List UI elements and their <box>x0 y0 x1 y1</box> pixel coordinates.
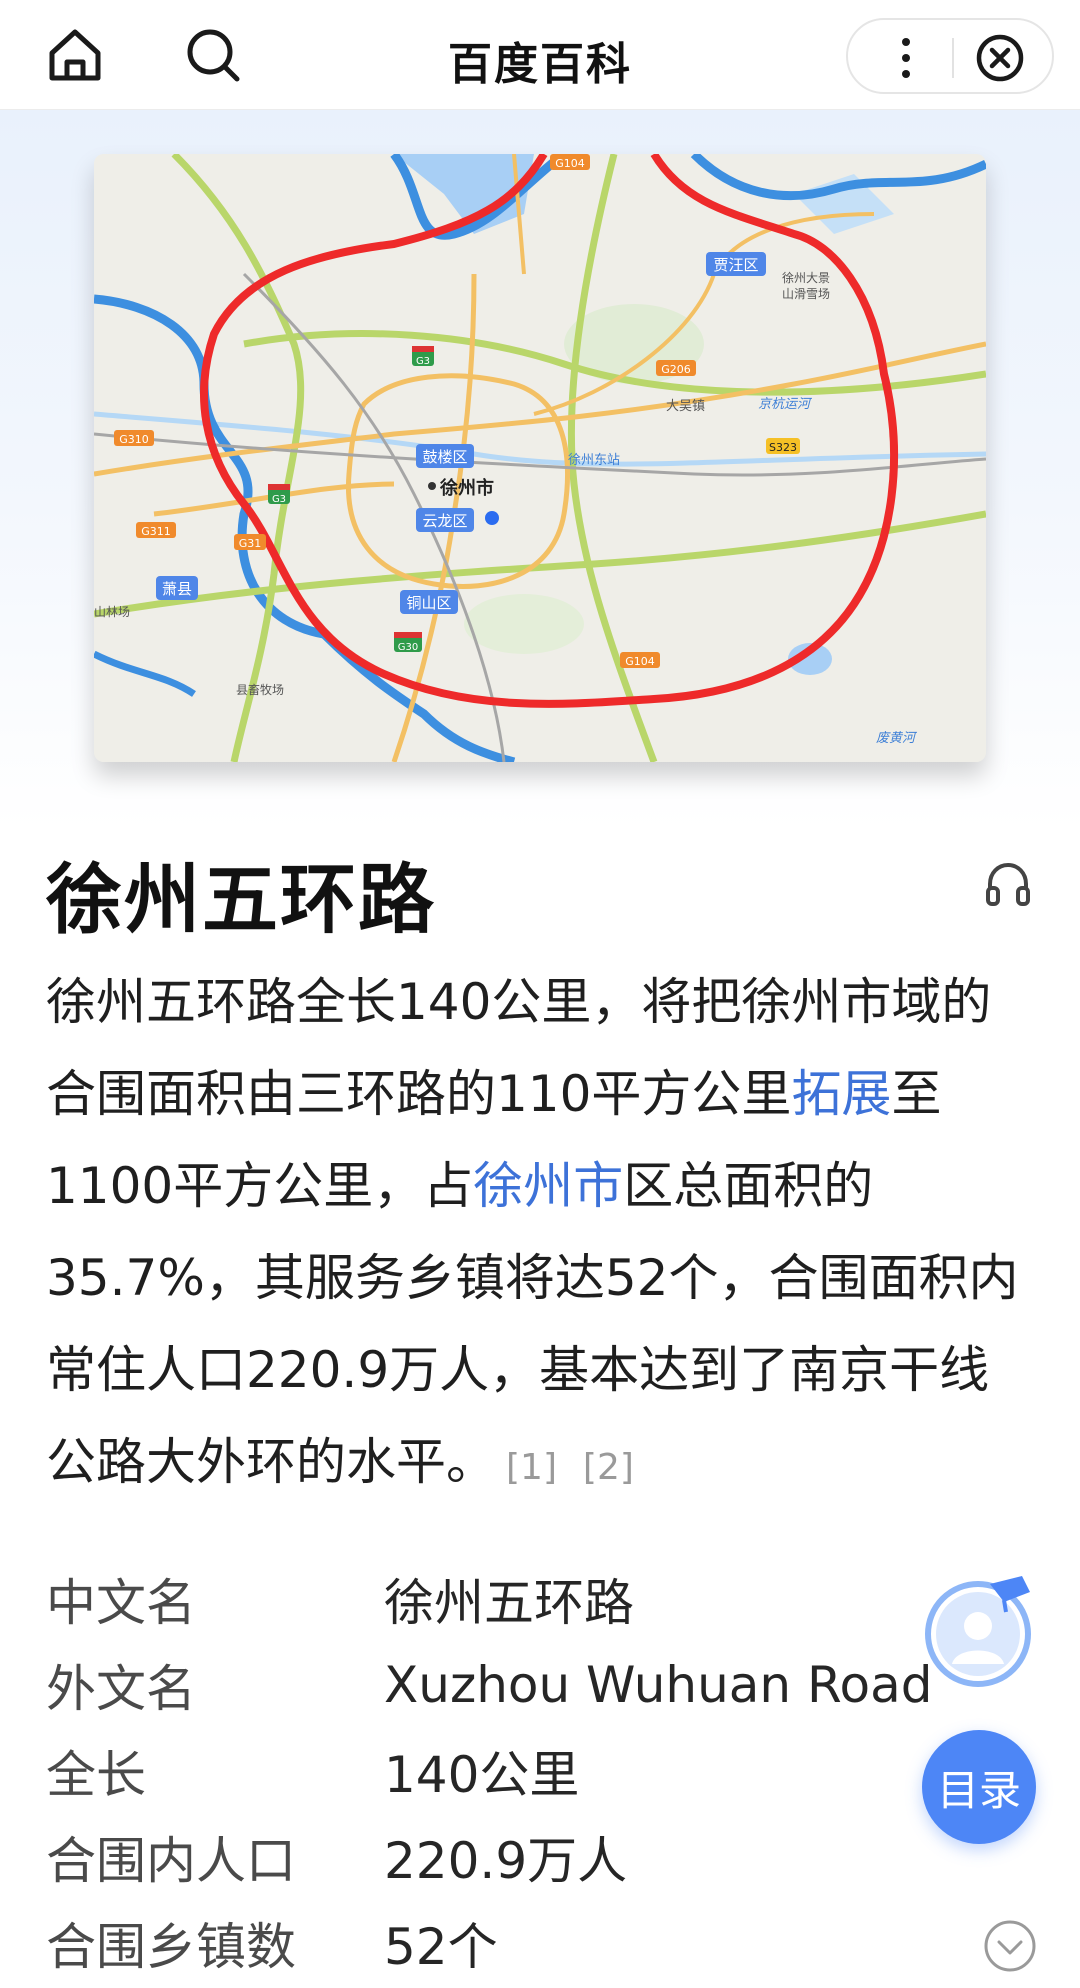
reference-2[interactable]: [2] <box>583 1447 634 1488</box>
link-xuzhou-city[interactable]: 徐州市 <box>473 1157 623 1215</box>
close-circle-icon[interactable] <box>970 28 1030 88</box>
info-value: 徐州五环路 <box>384 1574 634 1632</box>
map-shield-g311: G311 <box>136 522 176 538</box>
info-row: 外文名 Xuzhou Wuhuan Road <box>46 1642 946 1728</box>
info-key: 合围内人口 <box>46 1832 296 1890</box>
map-shield-g104-top: G104 <box>550 154 590 170</box>
assistant-avatar-icon[interactable] <box>920 1572 1036 1688</box>
svg-text:G30: G30 <box>398 642 418 653</box>
mini-program-capsule <box>846 18 1054 94</box>
svg-text:G310: G310 <box>119 433 149 446</box>
capsule-divider <box>952 38 954 78</box>
info-row: 中文名 徐州五环路 <box>46 1556 946 1642</box>
map-district-tongshan: 铜山区 <box>400 590 458 614</box>
chevron-down-circle-icon[interactable] <box>982 1918 1038 1974</box>
svg-text:S323: S323 <box>769 441 797 454</box>
info-key: 中文名 <box>46 1574 196 1632</box>
svg-text:G104: G104 <box>625 655 655 668</box>
map-shield-g30: G30 <box>394 632 422 653</box>
map-shield-g3-left: G3 <box>268 484 290 505</box>
svg-text:G311: G311 <box>141 525 171 538</box>
reference-1[interactable]: [1] <box>506 1447 557 1488</box>
basic-info-table: 中文名 徐州五环路 外文名 Xuzhou Wuhuan Road 全长 140公… <box>46 1556 946 1986</box>
info-value: Xuzhou Wuhuan Road <box>384 1656 933 1714</box>
entry-summary: 徐州五环路全长140公里，将把徐州市域的合围面积由三环路的110平方公里拓展至1… <box>46 956 1036 1514</box>
map-image[interactable]: 贾汪区 鼓楼区 云龙区 铜山区 萧县 徐州市 徐州东站 大吴镇 京杭运河 徐州大… <box>94 154 986 762</box>
map-label-shanhua: 山滑雪场 <box>782 287 830 301</box>
map-label-muchang: 县畜牧场 <box>236 682 284 697</box>
svg-text:G104: G104 <box>555 157 585 170</box>
map-label-xuzhou-east: 徐州东站 <box>568 453 620 468</box>
map-district-xiaoxian: 萧县 <box>156 576 198 600</box>
map-graphic: 贾汪区 鼓楼区 云龙区 铜山区 萧县 徐州市 徐州东站 大吴镇 京杭运河 徐州大… <box>94 154 986 762</box>
info-value: 52个 <box>384 1918 498 1976</box>
svg-text:G31: G31 <box>239 537 262 550</box>
map-shield-s323: S323 <box>766 438 800 454</box>
info-key: 外文名 <box>46 1660 196 1718</box>
map-district-yunlong: 云龙区 <box>416 508 474 532</box>
map-label-linchang: 山林场 <box>94 605 130 619</box>
svg-text:G3: G3 <box>272 494 286 505</box>
map-label-tongshan: 铜山区 <box>406 594 451 612</box>
info-value: 220.9万人 <box>384 1832 628 1890</box>
headphones-icon[interactable] <box>978 854 1038 914</box>
map-label-dajing: 徐州大景 <box>782 270 830 285</box>
map-label-xuzhou-city: 徐州市 <box>439 477 494 499</box>
map-label-dawu: 大吴镇 <box>666 399 705 414</box>
map-label-feihuanghe: 废黄河 <box>876 731 918 746</box>
toc-button[interactable]: 目录 <box>922 1730 1036 1844</box>
map-label-jiawang: 贾汪区 <box>713 256 758 274</box>
entry-title: 徐州五环路 <box>46 855 436 944</box>
map-shield-g31: G31 <box>234 534 266 550</box>
info-key: 合围乡镇数 <box>46 1918 296 1976</box>
map-district-gulou: 鼓楼区 <box>416 444 474 468</box>
map-shield-g104-bottom: G104 <box>620 652 660 668</box>
info-key: 全长 <box>46 1746 146 1804</box>
map-label-jinghang: 京杭运河 <box>758 396 813 412</box>
svg-text:G3: G3 <box>416 356 430 367</box>
hero-section: 贾汪区 鼓楼区 云龙区 铜山区 萧县 徐州市 徐州东站 大吴镇 京杭运河 徐州大… <box>0 110 1080 830</box>
map-label-gulou: 鼓楼区 <box>422 448 467 466</box>
top-nav-bar: 百度百科 <box>0 0 1080 110</box>
info-value: 140公里 <box>384 1746 580 1804</box>
map-shield-g3-top: G3 <box>412 346 434 367</box>
map-shield-g206: G206 <box>656 360 696 376</box>
info-row: 合围乡镇数 52个 <box>46 1900 946 1986</box>
link-expand[interactable]: 拓展 <box>791 1065 891 1123</box>
map-label-yunlong: 云龙区 <box>422 512 467 530</box>
map-label-xiaoxian: 萧县 <box>162 580 192 598</box>
svg-text:G206: G206 <box>661 363 691 376</box>
info-row: 全长 140公里 <box>46 1728 946 1814</box>
more-vertical-icon[interactable] <box>876 28 936 88</box>
map-shield-g310: G310 <box>114 430 154 446</box>
map-district-jiawang: 贾汪区 <box>706 252 766 276</box>
info-row: 合围内人口 220.9万人 <box>46 1814 946 1900</box>
